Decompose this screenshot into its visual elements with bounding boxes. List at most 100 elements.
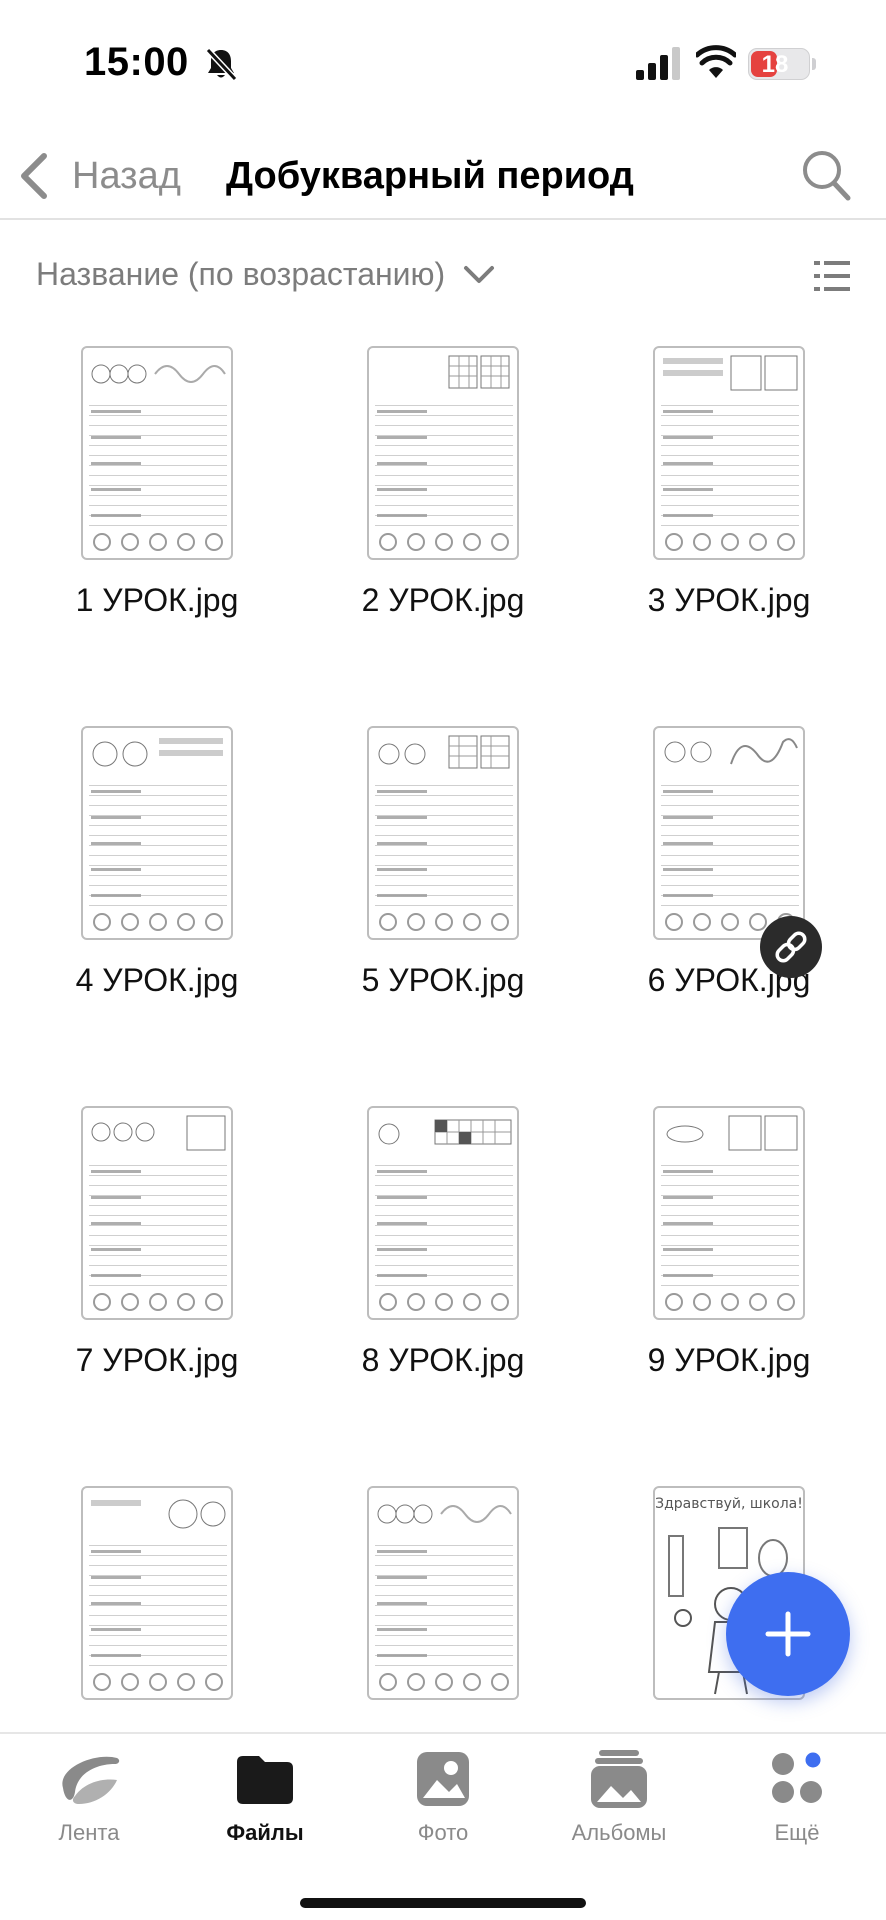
thumbnail-lines: [89, 396, 227, 526]
thumbnail-illustration: [89, 1494, 227, 1532]
thumbnail-illustration: [375, 354, 513, 392]
thumbnail-lines: [661, 396, 799, 526]
thumbnail-footer: [379, 530, 509, 554]
file-thumbnail: [81, 1106, 233, 1320]
file-thumbnail: [81, 346, 233, 560]
add-button[interactable]: [726, 1572, 850, 1696]
thumbnail-lines: [375, 396, 513, 526]
file-thumbnail: [653, 1106, 805, 1320]
chevron-down-icon: [464, 265, 495, 283]
back-button[interactable]: Назад: [18, 148, 181, 204]
thumbnail-footer: [93, 910, 223, 934]
albums-icon: [591, 1750, 647, 1808]
file-tile[interactable]: 9 УРОК.jpg: [586, 1106, 872, 1406]
thumbnail-illustration: [375, 1114, 513, 1152]
thumbnail-lines: [375, 1156, 513, 1286]
thumbnail-lines: [375, 776, 513, 906]
shared-link-badge[interactable]: [760, 916, 822, 978]
file-name: 5 УРОК.jpg: [361, 962, 525, 998]
thumbnail-illustration: [89, 734, 227, 772]
tab-feed[interactable]: Лента: [4, 1748, 174, 1868]
file-thumbnail: [653, 726, 805, 940]
file-name: 8 УРОК.jpg: [361, 1342, 525, 1378]
search-icon[interactable]: [800, 148, 852, 202]
tab-label: Альбомы: [571, 1820, 667, 1845]
page-title: Добукварный период: [226, 155, 634, 197]
file-tile[interactable]: 3 УРОК.jpg: [586, 346, 872, 646]
thumbnail-illustration: [661, 734, 799, 772]
tab-files[interactable]: Файлы: [180, 1748, 350, 1868]
thumbnail-lines: [89, 1536, 227, 1666]
file-name: 7 УРОК.jpg: [75, 1342, 239, 1378]
thumbnail-footer: [665, 1290, 795, 1314]
thumbnail-footer: [665, 530, 795, 554]
battery-level-text: 18: [761, 51, 789, 78]
back-label: Назад: [72, 154, 181, 197]
file-tile[interactable]: 8 УРОК.jpg: [300, 1106, 586, 1406]
tab-bar: Лента Файлы Фото Альбомы Ещё: [0, 1732, 886, 1920]
folder-icon: [237, 1756, 293, 1804]
tab-label: Лента: [58, 1820, 120, 1845]
sort-dropdown[interactable]: Название (по возрастанию): [36, 256, 495, 293]
thumbnail-lines: [375, 1536, 513, 1666]
feed-icon: [62, 1756, 120, 1804]
file-name: 6 УРОК.jpg: [647, 962, 811, 998]
thumbnail-lines: [661, 1156, 799, 1286]
file-thumbnail: [81, 1486, 233, 1700]
thumbnail-lines: [89, 1156, 227, 1286]
thumbnail-illustration: [89, 354, 227, 392]
file-name: 9 УРОК.jpg: [647, 1342, 811, 1378]
thumbnail-footer: [379, 1290, 509, 1314]
thumbnail-lines: [89, 776, 227, 906]
thumbnail-illustration: [375, 734, 513, 772]
tab-label: Файлы: [226, 1820, 304, 1845]
file-thumbnail: [367, 346, 519, 560]
home-indicator: [300, 1898, 586, 1908]
link-icon: [775, 931, 807, 963]
file-tile[interactable]: 6 УРОК.jpg: [586, 726, 872, 1026]
thumbnail-footer: [93, 1290, 223, 1314]
file-name: 1 УРОК.jpg: [75, 582, 239, 618]
file-tile[interactable]: 5 УРОК.jpg: [300, 726, 586, 1026]
thumbnail-footer: [379, 910, 509, 934]
file-thumbnail: [81, 726, 233, 940]
file-name: 3 УРОК.jpg: [647, 582, 811, 618]
notification-badge: [802, 1749, 824, 1771]
navigation-bar: Назад Добукварный период: [0, 130, 886, 220]
thumbnail-illustration: [89, 1114, 227, 1152]
photo-icon: [417, 1752, 469, 1806]
tab-label: Ещё: [774, 1820, 820, 1845]
bell-slash-icon: [205, 47, 238, 82]
thumbnail-footer: [93, 530, 223, 554]
file-tile[interactable]: 2 УРОК.jpg: [300, 346, 586, 646]
file-thumbnail: [367, 726, 519, 940]
thumbnail-illustration: [661, 354, 799, 392]
thumbnail-lines: [661, 776, 799, 906]
thumbnail-footer: [379, 1670, 509, 1694]
file-tile[interactable]: 1 УРОК.jpg: [14, 346, 300, 646]
file-thumbnail: [367, 1486, 519, 1700]
list-view-icon[interactable]: [812, 256, 852, 296]
sort-bar: Название (по возрастанию): [0, 220, 886, 330]
tab-label: Фото: [417, 1820, 469, 1845]
file-tile[interactable]: 4 УРОК.jpg: [14, 726, 300, 1026]
tab-more[interactable]: Ещё: [712, 1748, 882, 1868]
battery-icon: 18: [748, 48, 810, 80]
thumbnail-footer: [93, 1670, 223, 1694]
wifi-icon: [696, 45, 736, 78]
plus-icon: [765, 1611, 811, 1657]
file-name: 4 УРОК.jpg: [75, 962, 239, 998]
thumbnail-illustration: [375, 1494, 513, 1532]
status-bar: 15:00 18: [0, 0, 886, 130]
tab-albums[interactable]: Альбомы: [534, 1748, 704, 1868]
thumbnail-illustration: [661, 1114, 799, 1152]
file-name: 2 УРОК.jpg: [361, 582, 525, 618]
file-thumbnail: [367, 1106, 519, 1320]
battery-cap: [812, 58, 816, 70]
tab-photo[interactable]: Фото: [358, 1748, 528, 1868]
sort-label: Название (по возрастанию): [36, 256, 446, 292]
chevron-left-icon: [21, 153, 47, 199]
file-tile[interactable]: 7 УРОК.jpg: [14, 1106, 300, 1406]
cellular-signal-icon: [636, 47, 680, 80]
file-thumbnail: [653, 346, 805, 560]
